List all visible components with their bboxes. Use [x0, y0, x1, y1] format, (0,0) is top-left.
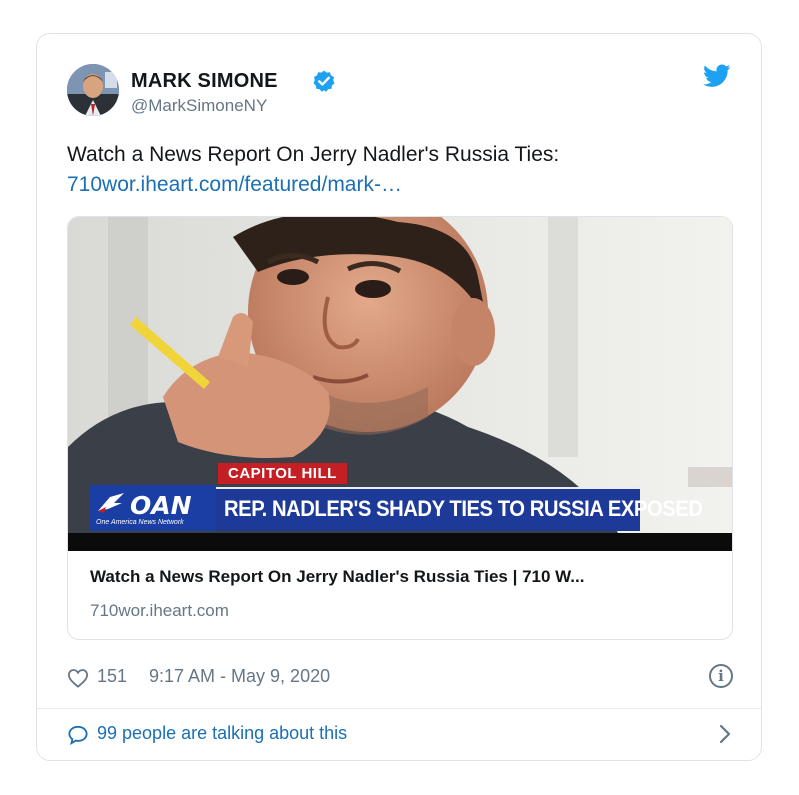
ticker-strip: [68, 533, 732, 551]
display-name[interactable]: MARK SIMONE: [131, 70, 278, 93]
conversation-link[interactable]: 99 people are talking about this: [67, 722, 733, 748]
tweet-text: Watch a News Report On Jerry Nadler's Ru…: [67, 140, 707, 200]
info-icon[interactable]: i: [709, 664, 733, 688]
link-preview-card[interactable]: CAPITOL HILL OAN One America News Networ…: [67, 216, 733, 640]
like-count[interactable]: 151: [97, 666, 127, 687]
network-tagline: One America News Network: [96, 519, 184, 526]
avatar[interactable]: [67, 64, 119, 116]
talking-count-text[interactable]: 99 people are talking about this: [97, 723, 347, 744]
timestamp[interactable]: 9:17 AM - May 9, 2020: [149, 666, 330, 687]
user-handle[interactable]: @MarkSimoneNY: [131, 96, 267, 116]
news-headline: REP. NADLER'S SHADY TIES TO RUSSIA EXPOS…: [224, 496, 703, 521]
card-title[interactable]: Watch a News Report On Jerry Nadler's Ru…: [90, 567, 584, 587]
news-headline-bar: REP. NADLER'S SHADY TIES TO RUSSIA EXPOS…: [216, 487, 703, 531]
speech-bubble-icon: [68, 725, 88, 745]
heart-icon[interactable]: [67, 668, 89, 688]
news-tag: CAPITOL HILL: [218, 463, 347, 484]
card-domain[interactable]: 710wor.iheart.com: [90, 601, 229, 621]
network-name: OAN: [130, 491, 192, 520]
tweet-card[interactable]: MARK SIMONE @MarkSimoneNY Watch a News R…: [36, 33, 762, 761]
eagle-icon: [98, 493, 124, 513]
tweet-body: Watch a News Report On Jerry Nadler's Ru…: [67, 143, 560, 166]
tweet-link[interactable]: 710wor.iheart.com/featured/mark-…: [67, 170, 707, 200]
divider: [37, 708, 761, 709]
twitter-bird-icon[interactable]: [703, 64, 731, 88]
verified-badge-icon: [313, 70, 335, 92]
network-logo: OAN One America News Network: [90, 485, 216, 531]
chevron-right-icon[interactable]: [719, 724, 731, 744]
